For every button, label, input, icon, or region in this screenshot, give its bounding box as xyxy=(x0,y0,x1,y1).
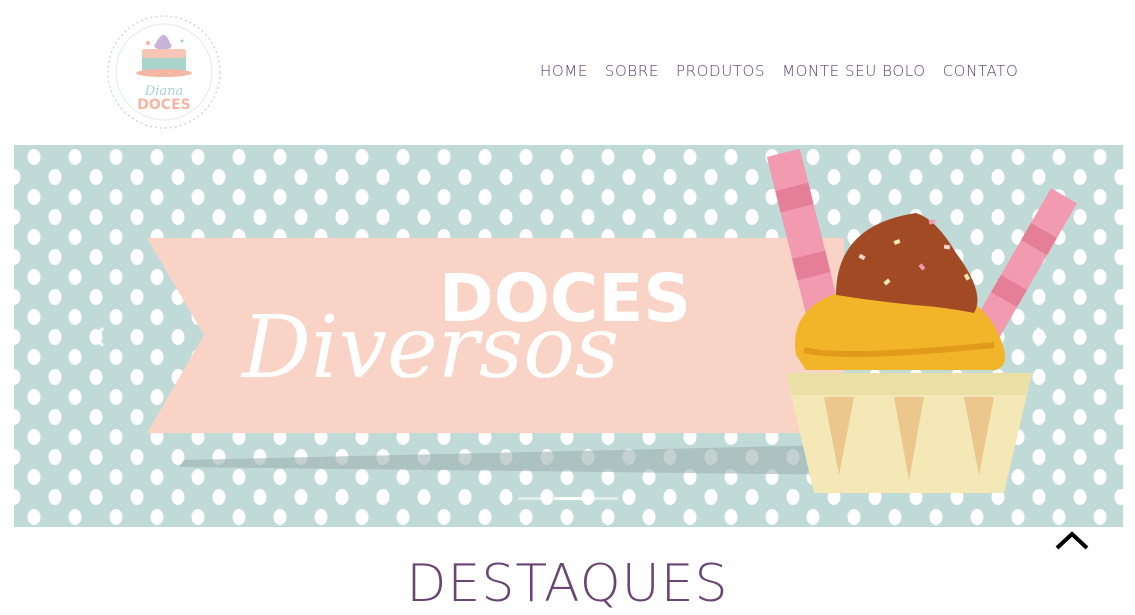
carousel-indicator-2[interactable] xyxy=(554,497,582,500)
carousel-indicators xyxy=(518,497,618,500)
carousel-indicator-3[interactable] xyxy=(590,497,618,500)
slide-title-diversos: Diversos xyxy=(240,298,619,398)
section-title-destaques: DESTAQUES xyxy=(406,554,729,614)
logo-text-doces: DOCES xyxy=(137,97,190,113)
nav-contato[interactable]: CONTATO xyxy=(943,62,1019,80)
back-to-top-chevron-up-icon[interactable] xyxy=(1053,528,1091,554)
nav-monte-seu-bolo[interactable]: MONTE SEU BOLO xyxy=(782,62,926,80)
site-header: Diana DOCES HOME SOBRE PRODUTOS MONTE SE… xyxy=(0,0,1135,145)
carousel-slide-image: DOCES Diversos xyxy=(14,145,1123,527)
carousel-prev-chevron-left-icon[interactable] xyxy=(87,323,111,351)
carousel-indicator-1[interactable] xyxy=(518,497,546,500)
hero-carousel: DOCES Diversos xyxy=(14,145,1123,527)
carousel-next-chevron-right-icon[interactable] xyxy=(1029,323,1053,351)
main-navigation: HOME SOBRE PRODUTOS MONTE SEU BOLO CONTA… xyxy=(540,62,1018,80)
nav-produtos[interactable]: PRODUTOS xyxy=(676,62,765,80)
nav-sobre[interactable]: SOBRE xyxy=(605,62,659,80)
nav-home[interactable]: HOME xyxy=(540,62,588,80)
diana-doces-logo[interactable]: Diana DOCES xyxy=(104,13,224,131)
